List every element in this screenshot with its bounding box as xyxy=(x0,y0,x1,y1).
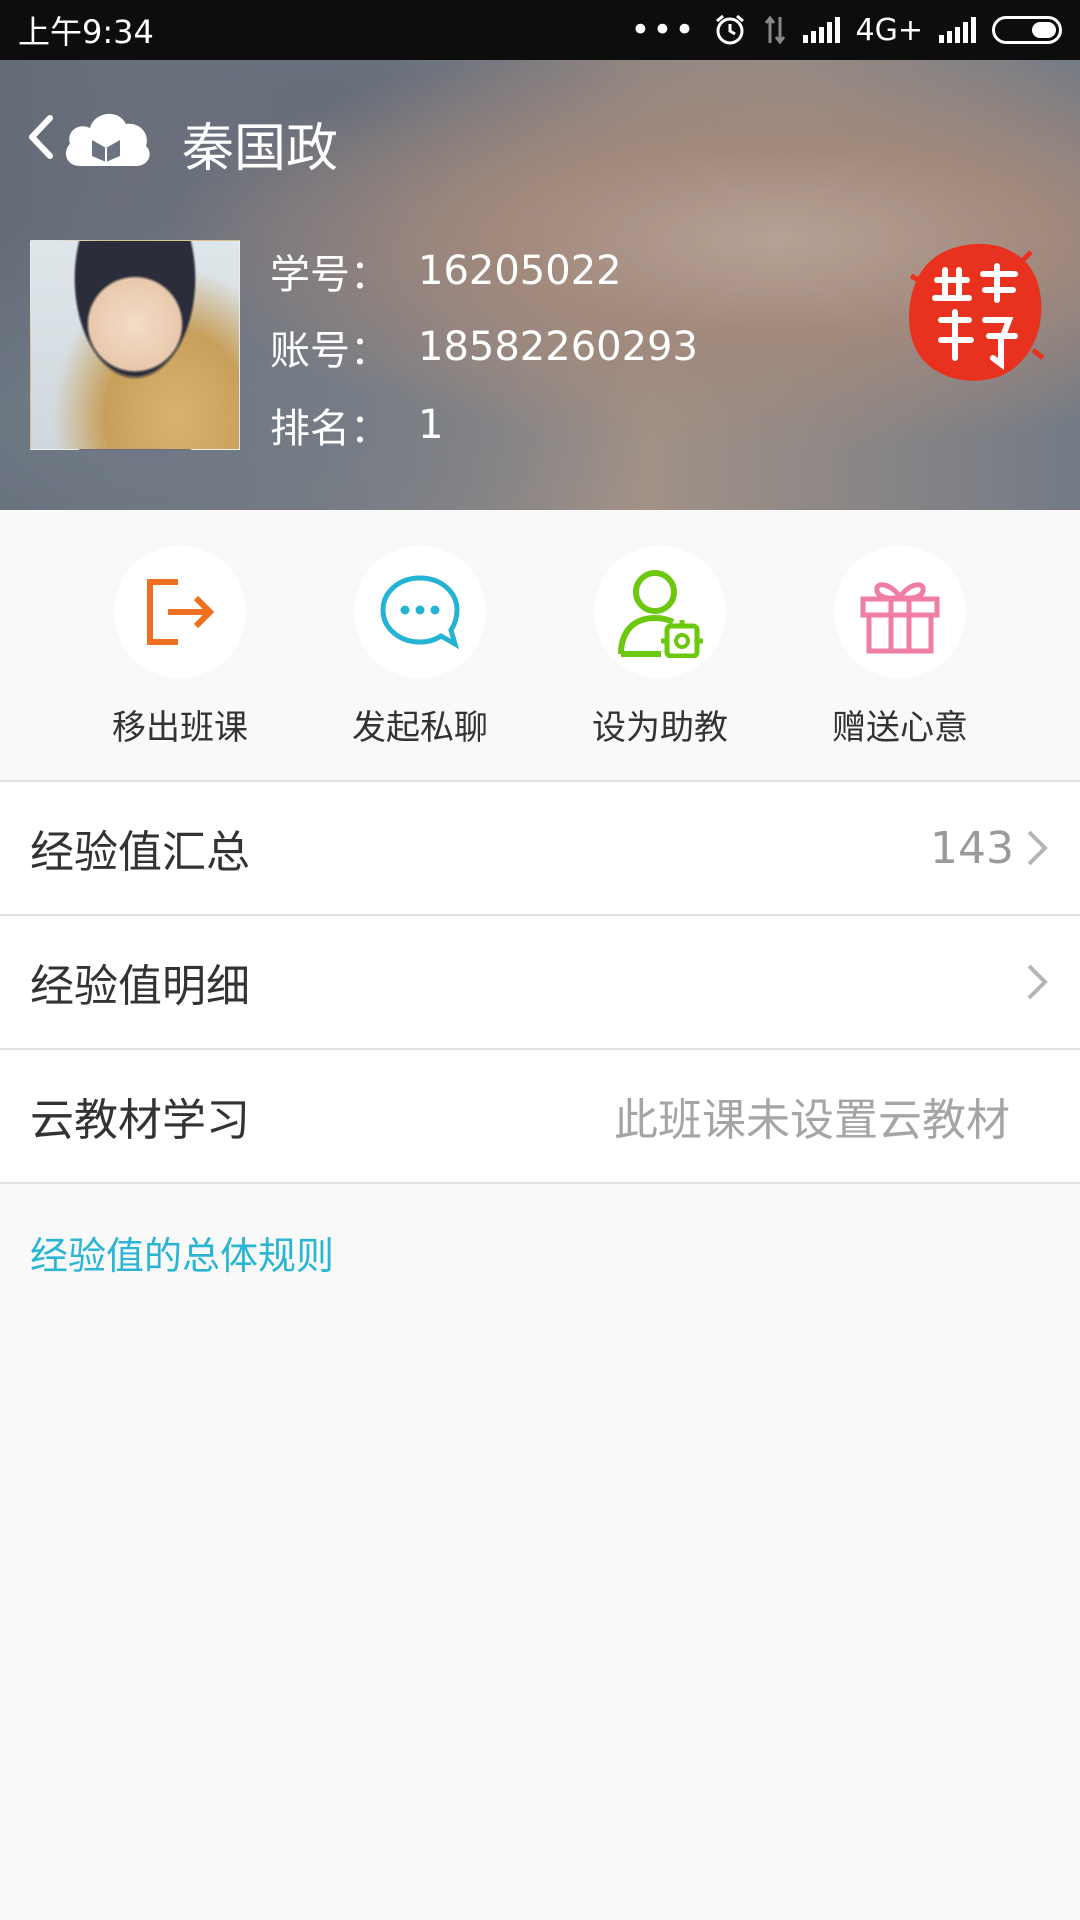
status-icons: ••• 4G+ xyxy=(630,10,1062,50)
account-row: 账号： 18582260293 xyxy=(270,318,698,376)
exp-rules-link[interactable]: 经验值的总体规则 xyxy=(30,1225,334,1280)
cloud-study-label: 云教材学习 xyxy=(30,1095,250,1146)
send-gift-button[interactable]: 赠送心意 xyxy=(780,546,1020,749)
more-dots-icon: ••• xyxy=(630,10,697,50)
status-bar: 上午9:34 ••• 4G+ xyxy=(0,0,1080,60)
alarm-icon xyxy=(715,14,744,45)
network-type: 4G+ xyxy=(855,12,923,48)
action-bar: 移出班课 发起私聊 设为助教 赠送心意 xyxy=(0,510,1080,780)
cloud-study-row[interactable]: 云教材学习 此班课未设置云教材 xyxy=(0,1050,1080,1184)
chevron-right-icon xyxy=(1027,830,1048,866)
avatar xyxy=(30,240,240,450)
exp-detail-label: 经验值明细 xyxy=(30,961,250,1012)
chat-icon xyxy=(380,575,460,650)
cloud-study-hint: 此班课未设置云教材 xyxy=(614,1095,1010,1146)
rank-label: 排名： xyxy=(270,406,390,452)
status-time: 上午9:34 xyxy=(18,13,154,51)
exp-detail-row[interactable]: 经验值明细 xyxy=(0,916,1080,1050)
user-settings-icon xyxy=(618,570,703,658)
exp-total-value: 143 xyxy=(930,822,1014,874)
gift-icon xyxy=(860,582,940,654)
cloud-book-logo-icon xyxy=(65,113,150,166)
set-as-assistant-button[interactable]: 设为助教 xyxy=(540,546,780,749)
account-label: 账号： xyxy=(270,328,390,374)
profile-header: 秦国政 学号： 16205022 账号： 18582260293 排名： 1 xyxy=(0,60,1080,510)
page-title: 秦国政 xyxy=(182,119,339,179)
start-private-chat-icon-wrap xyxy=(354,546,486,678)
send-gift-label: 赠送心意 xyxy=(832,708,968,748)
data-transfer-icon xyxy=(764,15,785,45)
battery-icon xyxy=(992,16,1062,44)
exp-total-row[interactable]: 经验值汇总 143 xyxy=(0,782,1080,916)
start-private-chat-button[interactable]: 发起私聊 xyxy=(300,546,540,749)
signal-icon xyxy=(802,17,840,43)
account-value: 18582260293 xyxy=(418,324,698,370)
set-as-assistant-label: 设为助教 xyxy=(592,708,728,748)
rank-value: 1 xyxy=(418,402,444,448)
remove-from-class-label: 移出班课 xyxy=(112,708,248,748)
student-id-row: 学号： 16205022 xyxy=(270,242,622,300)
set-as-assistant-icon-wrap xyxy=(594,546,726,678)
exit-icon xyxy=(147,579,215,645)
exp-total-right: 143 xyxy=(930,823,1050,874)
student-id-label: 学号： xyxy=(270,252,390,298)
remove-from-class-icon-wrap xyxy=(114,546,246,678)
experience-list: 经验值汇总 143 经验值明细 云教材学习 此班课未设置云教材 xyxy=(0,780,1080,1184)
send-gift-icon-wrap xyxy=(834,546,966,678)
chevron-right-icon xyxy=(1027,964,1048,1000)
exp-total-label: 经验值汇总 xyxy=(30,827,250,878)
start-private-chat-label: 发起私聊 xyxy=(352,708,488,748)
signal-icon-2 xyxy=(939,17,976,43)
top-student-stamp-icon xyxy=(909,243,1045,381)
rank-row: 排名： 1 xyxy=(270,396,443,454)
student-id-value: 16205022 xyxy=(418,248,622,294)
back-arrow-icon[interactable] xyxy=(22,112,58,162)
remove-from-class-button[interactable]: 移出班课 xyxy=(60,546,300,749)
